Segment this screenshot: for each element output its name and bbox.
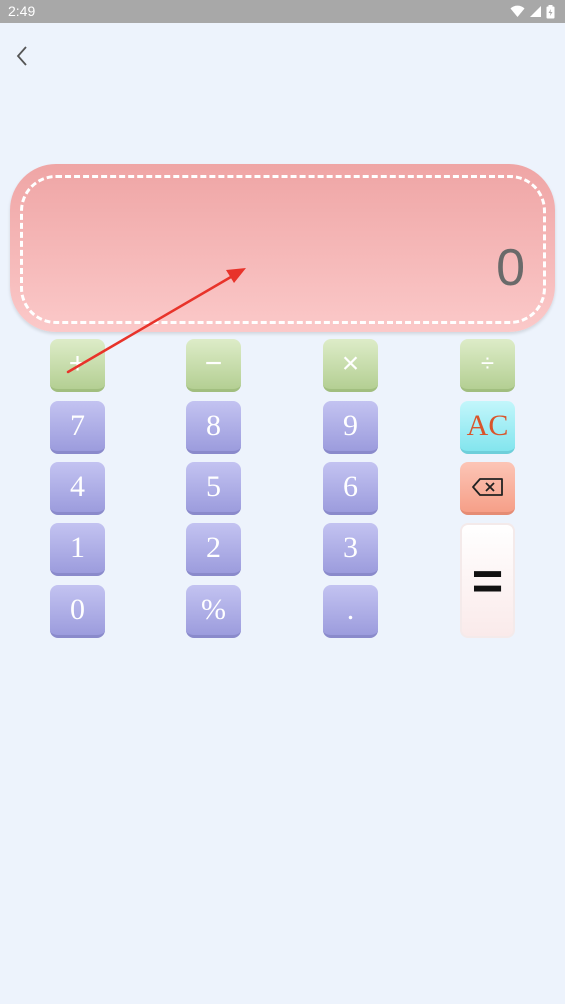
- multiply-key[interactable]: ×: [323, 339, 378, 392]
- wifi-icon: [510, 5, 525, 18]
- minus-key[interactable]: −: [186, 339, 241, 392]
- backspace-icon: [471, 478, 503, 496]
- key-8[interactable]: 8: [186, 401, 241, 454]
- battery-icon: [546, 4, 555, 18]
- divide-key[interactable]: ÷: [460, 339, 515, 392]
- key-0[interactable]: 0: [50, 585, 105, 638]
- key-2[interactable]: 2: [186, 523, 241, 576]
- backspace-key[interactable]: [460, 462, 515, 515]
- key-9[interactable]: 9: [323, 401, 378, 454]
- chevron-left-icon: [16, 46, 27, 66]
- key-1[interactable]: 1: [50, 523, 105, 576]
- key-6[interactable]: 6: [323, 462, 378, 515]
- key-7[interactable]: 7: [50, 401, 105, 454]
- status-bar: 2:49: [0, 0, 565, 23]
- status-time: 2:49: [8, 3, 36, 19]
- clear-key[interactable]: AC: [460, 401, 515, 454]
- key-3[interactable]: 3: [323, 523, 378, 576]
- display-border: [20, 175, 546, 324]
- display-panel: 0: [10, 164, 555, 332]
- back-button[interactable]: [6, 40, 38, 72]
- key-4[interactable]: 4: [50, 462, 105, 515]
- plus-key[interactable]: +: [50, 339, 105, 392]
- percent-key[interactable]: %: [186, 585, 241, 638]
- dot-key[interactable]: .: [323, 585, 378, 638]
- key-5[interactable]: 5: [186, 462, 241, 515]
- status-icons: [510, 3, 555, 20]
- equals-key[interactable]: =: [460, 523, 515, 638]
- display-value: 0: [496, 239, 525, 297]
- signal-icon: [530, 6, 541, 17]
